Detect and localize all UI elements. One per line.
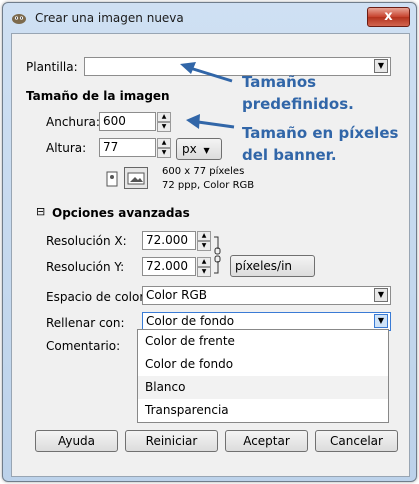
annotation-pixel-size: Tamaño en píxeles del banner. [242, 122, 398, 166]
annotation-line: Tamaño en píxeles [242, 124, 399, 142]
arrow-line [197, 120, 235, 129]
annotation-arrows [180, 62, 235, 129]
arrow-head [186, 114, 200, 129]
annotation-line: predefinidos. [242, 95, 354, 113]
arrow-line [189, 66, 233, 83]
annotation-line: Tamaños [242, 73, 317, 91]
annotation-predefined: Tamaños predefinidos. [242, 71, 354, 115]
annotation-line: del banner. [242, 146, 337, 164]
